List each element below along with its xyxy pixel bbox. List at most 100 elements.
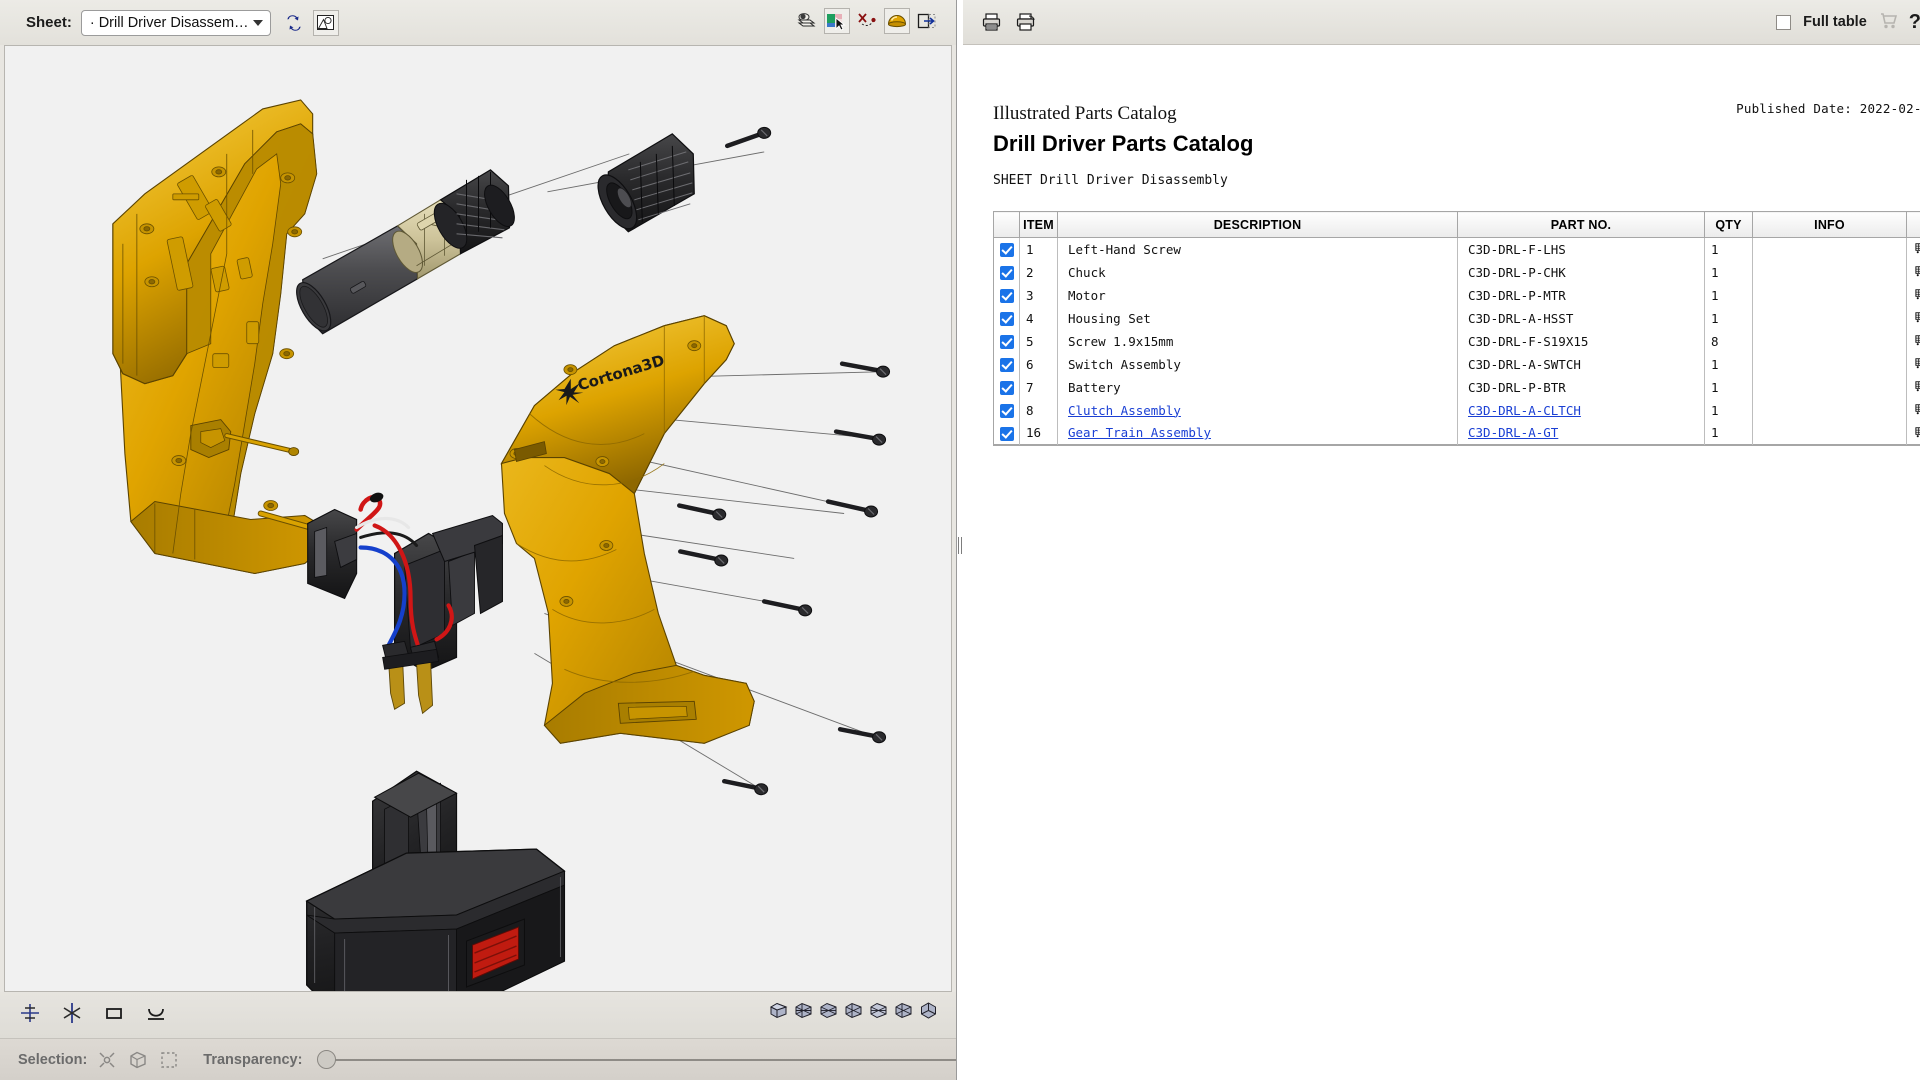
housing-half-left[interactable] <box>113 100 325 573</box>
row-checkbox[interactable] <box>994 399 1020 422</box>
export-icon[interactable] <box>914 8 940 34</box>
row-checkbox[interactable] <box>994 238 1020 261</box>
row-checkbox[interactable] <box>994 261 1020 284</box>
add-to-cart-icon[interactable] <box>1907 261 1920 284</box>
add-to-cart-icon[interactable] <box>1907 284 1920 307</box>
sheet-select[interactable]: · Drill Driver Disassembly <box>81 10 271 36</box>
view-cube-icon[interactable] <box>794 1001 813 1025</box>
transparency-knob[interactable] <box>317 1050 336 1069</box>
cell-description-link[interactable]: Clutch Assembly <box>1068 403 1181 418</box>
select-pointer-icon[interactable] <box>824 8 850 34</box>
cell-info <box>1753 422 1907 445</box>
shopping-cart-icon[interactable] <box>1879 10 1897 35</box>
layers-icon[interactable] <box>794 8 820 34</box>
snapshot-icon[interactable] <box>313 10 339 36</box>
add-to-cart-icon[interactable] <box>1907 422 1920 445</box>
cell-description-link[interactable]: Gear Train Assembly <box>1068 425 1211 440</box>
cell-part-no: C3D-DRL-A-HSST <box>1458 307 1705 330</box>
shading-dome-icon[interactable] <box>884 8 910 34</box>
cell-info <box>1753 307 1907 330</box>
col-description[interactable]: DESCRIPTION <box>1058 212 1458 238</box>
refresh-icon[interactable] <box>281 10 307 36</box>
row-checkbox[interactable] <box>994 376 1020 399</box>
cell-part-no: C3D-DRL-P-CHK <box>1458 261 1705 284</box>
left-hand-screw-part[interactable] <box>727 127 770 145</box>
cell-part-no-link[interactable]: C3D-DRL-A-CLTCH <box>1468 403 1581 418</box>
view-cube-rotate-icon[interactable] <box>919 1001 938 1025</box>
isolate-cube-icon[interactable] <box>127 1049 149 1071</box>
view-cube-icon[interactable] <box>894 1001 913 1025</box>
table-row[interactable]: 3MotorC3D-DRL-P-MTR1 <box>994 284 1920 307</box>
row-checkbox[interactable] <box>994 330 1020 353</box>
motor-gear-clutch-group[interactable] <box>290 170 521 336</box>
cell-part-no[interactable]: C3D-DRL-A-GT <box>1458 422 1705 445</box>
col-cart[interactable] <box>1907 212 1920 238</box>
cell-part-no-link[interactable]: C3D-DRL-A-GT <box>1468 425 1558 440</box>
full-table-checkbox[interactable] <box>1776 15 1791 30</box>
table-row[interactable]: 4Housing SetC3D-DRL-A-HSST1 <box>994 307 1920 330</box>
print-icon[interactable] <box>979 9 1005 35</box>
view-cube-icon[interactable] <box>844 1001 863 1025</box>
row-checkbox[interactable] <box>994 422 1020 445</box>
col-part-no[interactable]: PART NO. <box>1458 212 1705 238</box>
add-to-cart-icon[interactable] <box>1907 399 1920 422</box>
cell-item: 1 <box>1020 238 1058 261</box>
cell-description[interactable]: Clutch Assembly <box>1058 399 1458 422</box>
cell-part-no[interactable]: C3D-DRL-A-CLTCH <box>1458 399 1705 422</box>
chevron-down-icon <box>253 20 263 26</box>
screw-part <box>836 432 885 445</box>
viewer-toolbar-left-group <box>281 10 339 36</box>
add-to-cart-icon[interactable] <box>1907 376 1920 399</box>
col-item[interactable]: ITEM <box>1020 212 1058 238</box>
col-select[interactable] <box>994 212 1020 238</box>
housing-half-right[interactable]: Cortona3D <box>501 316 754 744</box>
col-qty[interactable]: QTY <box>1705 212 1753 238</box>
cell-info <box>1753 238 1907 261</box>
selection-label: Selection: <box>18 1052 87 1068</box>
parts-table-head: ITEM DESCRIPTION PART NO. QTY INFO <box>994 212 1920 238</box>
table-row[interactable]: 8Clutch AssemblyC3D-DRL-A-CLTCH1 <box>994 399 1920 422</box>
measure-path-icon[interactable] <box>854 8 880 34</box>
screw-part <box>840 729 885 742</box>
table-row[interactable]: 5Screw 1.9x15mmC3D-DRL-F-S19X158 <box>994 330 1920 353</box>
cell-part-no: C3D-DRL-A-SWTCH <box>1458 353 1705 376</box>
cell-item: 4 <box>1020 307 1058 330</box>
view-cube-icon[interactable] <box>819 1001 838 1025</box>
view-cube-icon[interactable] <box>769 1001 788 1025</box>
center-crosshair-icon[interactable] <box>18 1001 42 1030</box>
help-button[interactable]: ? <box>1909 12 1920 32</box>
add-to-cart-icon[interactable] <box>1907 330 1920 353</box>
table-row[interactable]: 7BatteryC3D-DRL-P-BTR1 <box>994 376 1920 399</box>
switch-assembly-part[interactable] <box>308 491 503 713</box>
row-checkbox[interactable] <box>994 284 1020 307</box>
table-row[interactable]: 16Gear Train AssemblyC3D-DRL-A-GT1 <box>994 422 1920 445</box>
cell-description[interactable]: Gear Train Assembly <box>1058 422 1458 445</box>
chuck-part[interactable] <box>590 134 694 235</box>
cell-qty: 1 <box>1705 399 1753 422</box>
col-info[interactable]: INFO <box>1753 212 1907 238</box>
view-cube-icon[interactable] <box>869 1001 888 1025</box>
add-to-cart-icon[interactable] <box>1907 353 1920 376</box>
arc-view-icon[interactable] <box>144 1001 168 1030</box>
collapse-selection-icon[interactable] <box>96 1049 118 1071</box>
rectangle-zoom-icon[interactable] <box>102 1001 126 1030</box>
battery-part[interactable] <box>307 771 565 991</box>
row-checkbox[interactable] <box>994 353 1020 376</box>
cell-description: Motor <box>1058 284 1458 307</box>
table-row[interactable]: 2ChuckC3D-DRL-P-CHK1 <box>994 261 1920 284</box>
row-checkbox[interactable] <box>994 307 1020 330</box>
table-row[interactable]: 6Switch AssemblyC3D-DRL-A-SWTCH1 <box>994 353 1920 376</box>
marquee-select-icon[interactable] <box>158 1049 180 1071</box>
print-preview-icon[interactable] <box>1013 9 1039 35</box>
screw-part <box>764 601 811 615</box>
cad-canvas[interactable]: Cortona3D <box>4 45 952 992</box>
star-explode-icon[interactable] <box>60 1001 84 1030</box>
add-to-cart-icon[interactable] <box>1907 238 1920 261</box>
table-row[interactable]: 1Left-Hand ScrewC3D-DRL-F-LHS1 <box>994 238 1920 261</box>
cell-item: 5 <box>1020 330 1058 353</box>
cell-qty: 1 <box>1705 422 1753 445</box>
add-to-cart-icon[interactable] <box>1907 307 1920 330</box>
application-window: Sheet: · Drill Driver Disassembly <box>0 0 1920 1080</box>
viewer-toolbar-right-group <box>794 8 940 34</box>
transparency-slider[interactable] <box>317 1051 956 1069</box>
